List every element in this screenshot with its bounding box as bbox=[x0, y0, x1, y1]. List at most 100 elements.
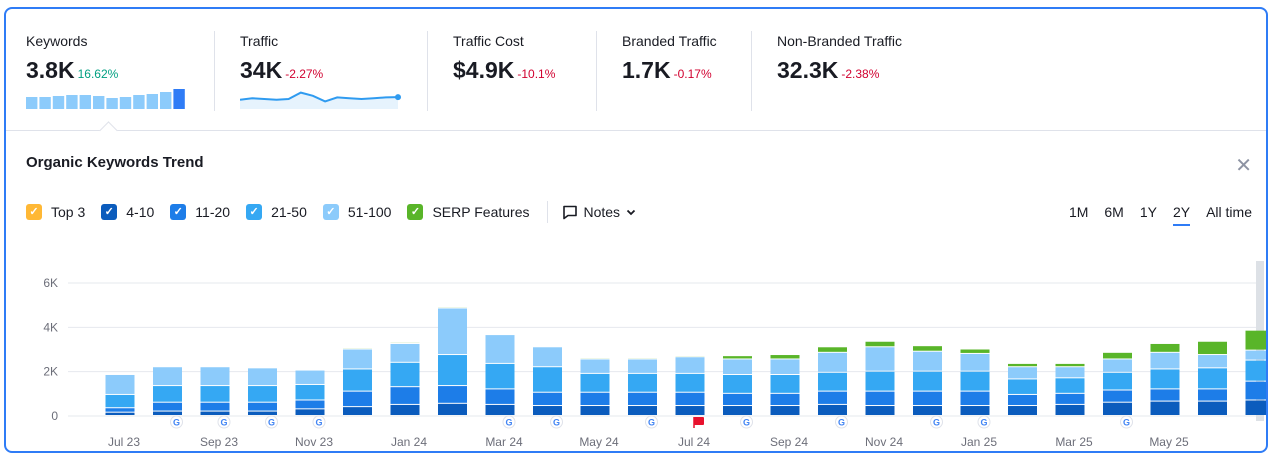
y-tick-label: 2K bbox=[43, 365, 58, 379]
keywords-trend-chart: 0 2K 4K 6K Jul 23 Sep 23 Nov 23 Jan 24 Mar 24 May… bbox=[43, 261, 1266, 449]
y-tick-label: 0 bbox=[51, 409, 58, 423]
bar-segment bbox=[1150, 369, 1180, 389]
bar-segment bbox=[1198, 341, 1227, 355]
x-tick-label: Jul 24 bbox=[678, 435, 710, 449]
x-tick-label: Jan 24 bbox=[391, 435, 427, 449]
spark-bar bbox=[106, 98, 118, 109]
svg-text:G: G bbox=[1123, 418, 1130, 428]
google-update-icon: G bbox=[550, 415, 563, 429]
bar-segment bbox=[153, 402, 182, 411]
metric-branded-traffic[interactable]: Branded Traffic 1.7K -0.17% bbox=[622, 9, 752, 131]
bar-segment bbox=[628, 373, 657, 392]
bar-segment bbox=[485, 404, 515, 415]
metric-label: Non-Branded Traffic bbox=[777, 33, 903, 49]
bar-segment bbox=[1198, 355, 1227, 368]
bar-segment bbox=[1055, 367, 1085, 378]
bar-segment bbox=[1198, 389, 1227, 401]
bar-segment bbox=[153, 386, 182, 402]
google-update-icon: G bbox=[265, 415, 278, 429]
bar-segment bbox=[200, 386, 230, 402]
spark-bar bbox=[52, 96, 65, 109]
bar-segment bbox=[960, 353, 990, 371]
bar-segment bbox=[960, 349, 990, 353]
metric-keywords[interactable]: Keywords 3.8K 16.62% bbox=[26, 9, 196, 131]
divider bbox=[214, 31, 215, 111]
spark-bar bbox=[173, 89, 185, 109]
bar-segment bbox=[913, 406, 942, 415]
bar-segment bbox=[1198, 368, 1227, 389]
metric-non-branded-traffic[interactable]: Non-Branded Traffic 32.3K -2.38% bbox=[777, 9, 947, 131]
metric-value: 1.7K bbox=[622, 57, 671, 83]
x-tick-label: Nov 23 bbox=[295, 435, 333, 449]
x-tick-label: Nov 24 bbox=[865, 435, 903, 449]
bar-segment bbox=[295, 384, 325, 400]
bar-segment bbox=[1245, 400, 1266, 415]
organic-research-widget: Keywords 3.8K 16.62% Traffic 34K -2.27% Tr… bbox=[4, 7, 1268, 453]
spark-bar bbox=[26, 97, 38, 109]
svg-text:G: G bbox=[980, 418, 987, 428]
bar-segment bbox=[248, 368, 277, 386]
spark-area bbox=[240, 92, 398, 109]
metric-value: 32.3K bbox=[777, 57, 839, 83]
bar-segment bbox=[580, 373, 610, 392]
bar-segment bbox=[343, 369, 372, 391]
bar-segment bbox=[628, 392, 657, 406]
bar-segment bbox=[105, 394, 135, 408]
bar-segment bbox=[818, 372, 847, 391]
x-tick-label: Jul 23 bbox=[108, 435, 140, 449]
bar-segment bbox=[675, 392, 705, 406]
bar-segment bbox=[248, 411, 277, 415]
bar-segment bbox=[1245, 381, 1266, 400]
bar-segment bbox=[1008, 406, 1037, 415]
bar-segment bbox=[865, 406, 895, 415]
bar-segment bbox=[913, 351, 942, 371]
bar-segment bbox=[913, 371, 942, 391]
bar-segment bbox=[105, 408, 135, 412]
y-tick-label: 6K bbox=[43, 276, 58, 290]
bar-segment bbox=[913, 391, 942, 406]
bar-segment bbox=[485, 389, 515, 404]
spark-endpoint bbox=[395, 94, 401, 101]
metric-value: $4.9K bbox=[453, 57, 515, 83]
google-update-icon: G bbox=[170, 415, 183, 429]
metric-delta: -10.1% bbox=[517, 67, 556, 81]
svg-text:G: G bbox=[315, 418, 322, 428]
google-update-icon: G bbox=[977, 415, 991, 429]
bar-segment bbox=[1103, 359, 1132, 372]
bar-segment bbox=[865, 341, 895, 347]
bar-segment bbox=[105, 374, 135, 394]
svg-text:G: G bbox=[648, 418, 655, 428]
metric-traffic-cost[interactable]: Traffic Cost $4.9K -10.1% bbox=[453, 9, 593, 131]
google-update-icon: G bbox=[835, 415, 848, 429]
bar-segment bbox=[960, 391, 990, 406]
svg-text:G: G bbox=[505, 418, 512, 428]
metric-label: Keywords bbox=[26, 33, 88, 49]
bar-segment bbox=[1150, 352, 1180, 369]
bar-segment bbox=[438, 403, 467, 415]
svg-text:G: G bbox=[933, 418, 940, 428]
bar-segment bbox=[628, 406, 657, 415]
bar-segment bbox=[343, 407, 372, 415]
keywords-sparkline bbox=[26, 89, 185, 109]
svg-text:G: G bbox=[743, 418, 750, 428]
metric-traffic[interactable]: Traffic 34K -2.27% bbox=[239, 9, 410, 131]
bar-segment bbox=[438, 355, 467, 386]
bar-segment bbox=[723, 393, 752, 406]
metric-delta: -2.27% bbox=[285, 67, 324, 81]
x-tick-label: May 24 bbox=[579, 435, 619, 449]
bar-segment bbox=[533, 367, 562, 392]
bar-segment bbox=[390, 362, 420, 387]
bar-segment bbox=[200, 402, 230, 411]
metrics-bar: Keywords 3.8K 16.62% Traffic 34K -2.27% Tr… bbox=[6, 9, 1266, 131]
traffic-sparkline bbox=[239, 91, 401, 109]
x-tick-label: Sep 23 bbox=[200, 435, 238, 449]
bar-segment bbox=[1008, 394, 1037, 406]
bar-segment bbox=[1008, 363, 1037, 367]
bar-segment bbox=[818, 391, 847, 404]
bar-segment bbox=[200, 411, 230, 415]
bar-segment bbox=[533, 392, 562, 406]
bar-segment bbox=[295, 370, 325, 384]
bar-segment bbox=[770, 393, 800, 406]
x-tick-label: May 25 bbox=[1149, 435, 1189, 449]
google-update-icon: G bbox=[1120, 415, 1133, 429]
